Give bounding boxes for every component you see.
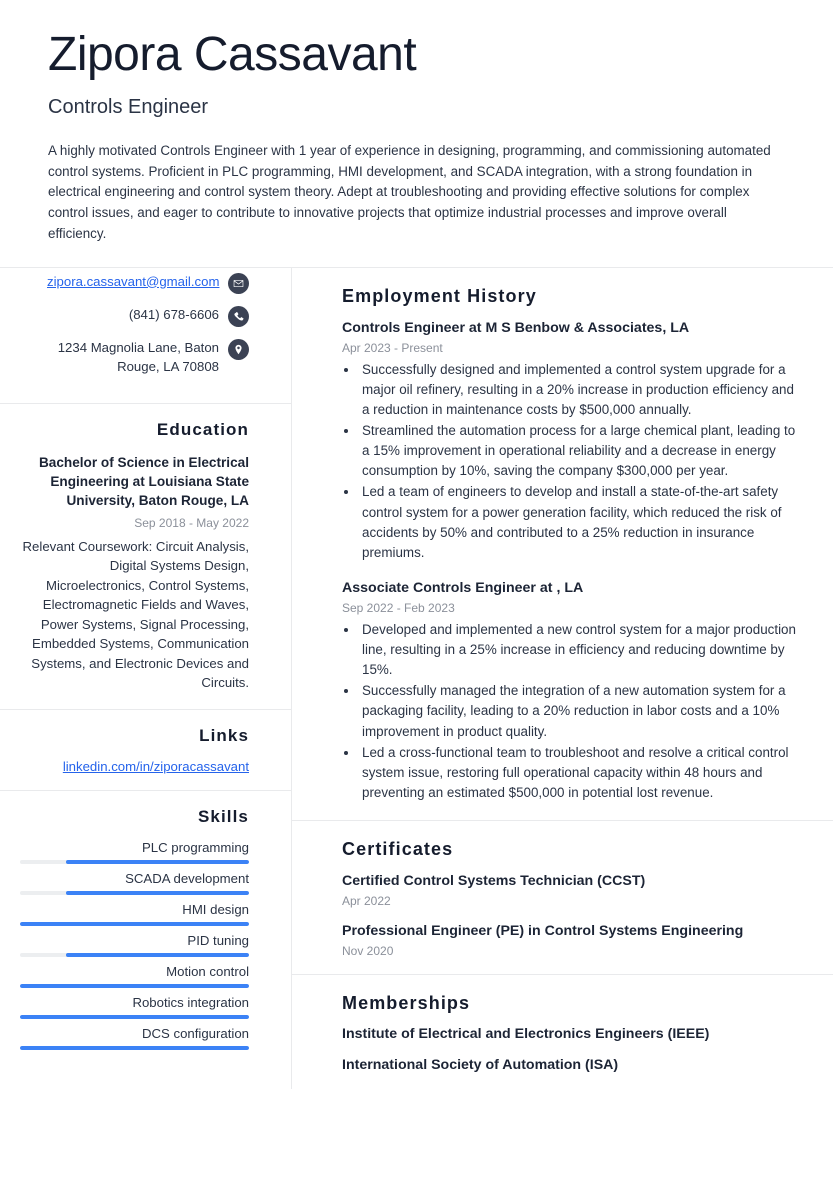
links-section: Links linkedin.com/in/ziporacassavant bbox=[0, 709, 291, 790]
skills-section: Skills PLC programming SCADA development H… bbox=[0, 790, 291, 1073]
certificate-entry: Certified Control Systems Technician (CC… bbox=[342, 872, 803, 908]
resume-header: Zipora Cassavant Controls Engineer A hig… bbox=[0, 0, 833, 245]
employment-bullet: Streamlined the automation process for a… bbox=[359, 421, 803, 481]
skill-item: Motion control bbox=[20, 964, 249, 988]
skill-bar bbox=[20, 860, 249, 864]
skill-bar bbox=[20, 922, 249, 926]
education-description: Relevant Coursework: Circuit Analysis, D… bbox=[22, 538, 249, 691]
employment-bullet: Led a cross-functional team to troublesh… bbox=[359, 743, 803, 803]
education-section: Education Bachelor of Science in Electri… bbox=[0, 402, 291, 709]
link-item-linkedin[interactable]: linkedin.com/in/ziporacassavant bbox=[20, 759, 249, 774]
contact-address-row: 1234 Magnolia Lane, Baton Rouge, LA 7080… bbox=[20, 338, 249, 376]
employment-entry-date: Sep 2022 - Feb 2023 bbox=[342, 601, 455, 616]
skill-label: Robotics integration bbox=[132, 995, 249, 1010]
skill-item: PLC programming bbox=[20, 840, 249, 864]
certificate-entry: Professional Engineer (PE) in Control Sy… bbox=[342, 922, 803, 958]
employment-bullet: Successfully managed the integration of … bbox=[359, 681, 803, 741]
membership-entry: International Society of Automation (ISA… bbox=[342, 1057, 619, 1074]
certificate-title: Professional Engineer (PE) in Control Sy… bbox=[342, 923, 744, 940]
employment-bullet: Successfully designed and implemented a … bbox=[359, 360, 803, 420]
skills-heading: Skills bbox=[197, 807, 249, 826]
skill-item: HMI design bbox=[20, 902, 249, 926]
memberships-heading: Memberships bbox=[342, 993, 471, 1014]
employment-entry-title: Controls Engineer at M S Benbow & Associ… bbox=[342, 319, 690, 336]
skill-label: PLC programming bbox=[141, 840, 249, 855]
envelope-icon bbox=[228, 272, 249, 294]
skill-bar bbox=[20, 984, 249, 988]
skill-bar bbox=[20, 953, 249, 957]
employment-bullet-list: Developed and implemented a new control … bbox=[342, 620, 803, 803]
skill-label: Motion control bbox=[166, 964, 249, 979]
links-heading: Links bbox=[199, 726, 249, 745]
skill-item: PID tuning bbox=[20, 933, 249, 957]
education-heading: Education bbox=[156, 419, 249, 439]
certificates-heading: Certificates bbox=[342, 839, 454, 859]
skill-bar-fill bbox=[65, 860, 249, 864]
skill-bar-fill bbox=[65, 891, 249, 895]
certificate-date: Apr 2022 bbox=[342, 894, 391, 909]
skill-label: HMI design bbox=[182, 902, 249, 917]
location-pin-icon bbox=[228, 338, 249, 360]
contact-section: zipora.cassavant@gmail.com (841) 678-660… bbox=[0, 268, 291, 403]
skill-bar-fill bbox=[65, 953, 249, 957]
contact-address-text: 1234 Magnolia Lane, Baton Rouge, LA 7080… bbox=[57, 339, 219, 374]
skill-label: PID tuning bbox=[187, 933, 249, 948]
contact-phone-text: (841) 678-6606 bbox=[128, 306, 219, 322]
job-title: Controls Engineer bbox=[48, 95, 209, 118]
employment-entry-title: Associate Controls Engineer at , LA bbox=[342, 579, 584, 596]
employment-entries: Controls Engineer at M S Benbow & Associ… bbox=[342, 319, 803, 803]
education-degree: Bachelor of Science in Electrical Engine… bbox=[38, 454, 249, 509]
skill-bar-fill bbox=[20, 1015, 249, 1019]
skill-bar bbox=[20, 1046, 249, 1050]
skill-bar-fill bbox=[20, 984, 249, 988]
skill-bar bbox=[20, 1015, 249, 1019]
employment-heading: Employment History bbox=[342, 285, 537, 306]
certificates-section: Certificates Certified Control Systems T… bbox=[292, 820, 833, 974]
employment-bullet-list: Successfully designed and implemented a … bbox=[342, 360, 803, 563]
resume-page: Zipora Cassavant Controls Engineer A hig… bbox=[0, 0, 833, 1178]
skill-label: SCADA development bbox=[125, 871, 249, 886]
full-name: Zipora Cassavant bbox=[48, 28, 417, 81]
employment-bullet: Led a team of engineers to develop and i… bbox=[359, 482, 803, 562]
skill-bar-fill bbox=[20, 922, 249, 926]
skills-list: PLC programming SCADA development HMI desi… bbox=[20, 840, 249, 1050]
education-date: Sep 2018 - May 2022 bbox=[134, 515, 249, 530]
contact-email-row[interactable]: zipora.cassavant@gmail.com bbox=[20, 272, 249, 294]
skill-bar-fill bbox=[20, 1046, 249, 1050]
certificate-date: Nov 2020 bbox=[342, 944, 394, 959]
membership-entry: Institute of Electrical and Electronics … bbox=[342, 1026, 710, 1043]
memberships-section: Memberships Institute of Electrical and … bbox=[292, 974, 833, 1089]
contact-phone-row[interactable]: (841) 678-6606 bbox=[20, 305, 249, 327]
contact-email-text[interactable]: zipora.cassavant@gmail.com bbox=[47, 272, 219, 291]
skill-bar bbox=[20, 891, 249, 895]
professional-summary: A highly motivated Controls Engineer wit… bbox=[48, 142, 771, 241]
employment-entry-date: Apr 2023 - Present bbox=[342, 340, 443, 355]
employment-entry: Controls Engineer at M S Benbow & Associ… bbox=[342, 319, 803, 563]
main-column: Employment History Controls Engineer at … bbox=[292, 268, 833, 1090]
phone-icon bbox=[228, 305, 249, 327]
resume-columns: zipora.cassavant@gmail.com (841) 678-660… bbox=[0, 267, 833, 1090]
employment-entry: Associate Controls Engineer at , LA Sep 2… bbox=[342, 579, 803, 803]
sidebar: zipora.cassavant@gmail.com (841) 678-660… bbox=[0, 267, 292, 1090]
membership-entries: Institute of Electrical and Electronics … bbox=[342, 1026, 803, 1073]
skill-item: SCADA development bbox=[20, 871, 249, 895]
skill-item: Robotics integration bbox=[20, 995, 249, 1019]
certificate-entries: Certified Control Systems Technician (CC… bbox=[342, 872, 803, 958]
employment-section: Employment History Controls Engineer at … bbox=[292, 268, 833, 820]
employment-bullet: Developed and implemented a new control … bbox=[359, 620, 803, 680]
skill-label: DCS configuration bbox=[141, 1026, 249, 1041]
certificate-title: Certified Control Systems Technician (CC… bbox=[342, 873, 646, 889]
skill-item: DCS configuration bbox=[20, 1026, 249, 1050]
